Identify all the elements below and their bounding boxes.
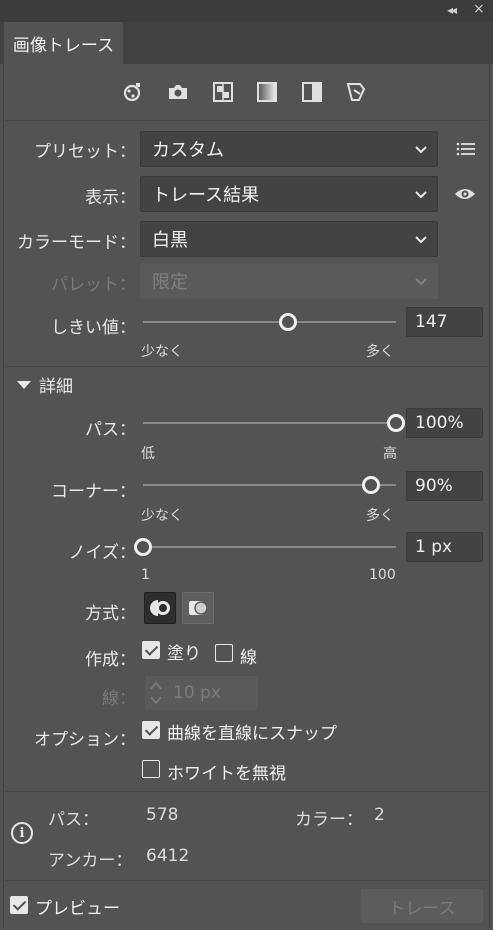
- stats-paths-value: 578: [146, 805, 179, 825]
- slider-track: [143, 321, 396, 323]
- high-color-icon[interactable]: [166, 80, 190, 104]
- palette-label: パレット：: [51, 275, 136, 295]
- collapse-panel-icon[interactable]: ◂◂: [447, 3, 457, 17]
- threshold-min-label: 少なく: [141, 344, 183, 360]
- snap-curves-label: 曲線を直線にスナップ: [167, 724, 337, 744]
- threshold-max-label: 多く: [366, 344, 394, 360]
- mode-select-value: 白黒: [152, 230, 188, 251]
- abutting-method-icon: [150, 600, 170, 616]
- slider-track: [143, 484, 396, 486]
- paths-slider[interactable]: [143, 413, 405, 433]
- method-abutting-button[interactable]: [144, 592, 176, 624]
- method-overlapping-button[interactable]: [182, 592, 214, 624]
- stats-colors-value: 2: [374, 805, 385, 825]
- noise-label: ノイズ：: [68, 543, 137, 563]
- options-label: オプション：: [34, 730, 136, 750]
- palette-select-value: 限定: [152, 272, 188, 293]
- corners-input[interactable]: 90%: [406, 471, 483, 501]
- auto-color-icon[interactable]: [121, 80, 145, 104]
- paths-min-label: 低: [141, 446, 155, 462]
- preview-label: プレビュー: [35, 899, 120, 919]
- panel-titlebar: ◂◂ ×: [0, 0, 493, 22]
- stroke-width-stepper: 10 px: [145, 676, 258, 710]
- corners-slider[interactable]: [143, 475, 396, 495]
- paths-input[interactable]: 100%: [406, 408, 483, 438]
- noise-slider[interactable]: [134, 537, 396, 557]
- stepper-arrows-icon: [150, 681, 162, 705]
- corners-max-label: 多く: [366, 508, 394, 524]
- corners-label: コーナー：: [51, 482, 136, 502]
- threshold-slider[interactable]: [143, 312, 396, 332]
- corners-min-label: 少なく: [141, 508, 183, 524]
- grayscale-icon[interactable]: [255, 80, 279, 104]
- ignore-white-checkbox[interactable]: [142, 760, 160, 778]
- stats-anchors-label: アンカー：: [48, 851, 133, 871]
- info-icon: i: [11, 822, 33, 844]
- outline-icon[interactable]: [344, 80, 368, 104]
- corners-slider-knob[interactable]: [361, 476, 380, 494]
- slider-track: [143, 422, 396, 424]
- preset-icon-row: [0, 80, 493, 106]
- noise-input[interactable]: 1 px: [406, 532, 483, 562]
- noise-min-label: 1: [141, 567, 150, 583]
- preset-select-value: カスタム: [152, 140, 224, 161]
- threshold-input[interactable]: 147: [406, 307, 483, 337]
- paths-max-label: 高: [383, 446, 397, 462]
- tab-strip: 画像トレース: [0, 22, 493, 64]
- view-select-value: トレース結果: [152, 185, 260, 206]
- stats-colors-label: カラー：: [295, 810, 363, 830]
- chevron-down-icon: [415, 278, 427, 286]
- tab-image-trace[interactable]: 画像トレース: [4, 22, 123, 64]
- mode-select[interactable]: 白黒: [140, 221, 438, 257]
- view-select[interactable]: トレース結果: [140, 176, 438, 212]
- low-color-icon[interactable]: [211, 80, 235, 104]
- advanced-section-toggle[interactable]: 詳細: [17, 372, 73, 397]
- slider-track: [143, 546, 396, 548]
- chevron-down-icon: [415, 146, 427, 154]
- mode-label: カラーモード：: [17, 233, 136, 253]
- manage-presets-icon[interactable]: [455, 138, 477, 160]
- stroke-width-label: 線：: [102, 689, 136, 709]
- threshold-label: しきい値：: [51, 318, 136, 338]
- preset-label: プリセット：: [34, 142, 136, 162]
- strokes-checkbox[interactable]: [215, 644, 233, 662]
- overlapping-method-icon: [189, 601, 208, 615]
- strokes-label: 線: [240, 648, 257, 668]
- chevron-down-icon: [415, 191, 427, 199]
- preset-select[interactable]: カスタム: [140, 131, 438, 167]
- stats-anchors-value: 6412: [146, 846, 190, 866]
- preview-checkbox[interactable]: [10, 896, 28, 914]
- black-white-icon[interactable]: [300, 80, 324, 104]
- advanced-title: 詳細: [39, 377, 73, 397]
- method-label: 方式：: [85, 604, 136, 624]
- divider: [6, 791, 487, 792]
- fills-label: 塗り: [167, 644, 201, 664]
- noise-max-label: 100: [369, 567, 396, 583]
- trace-button[interactable]: トレース: [361, 889, 483, 923]
- close-panel-icon[interactable]: ×: [473, 1, 485, 17]
- disclosure-triangle-icon: [17, 380, 31, 389]
- view-label: 表示：: [85, 188, 136, 208]
- create-label: 作成：: [85, 650, 136, 670]
- eye-icon[interactable]: [454, 183, 476, 205]
- fills-checkbox[interactable]: [142, 641, 160, 659]
- divider: [6, 120, 487, 121]
- paths-label: パス：: [85, 420, 136, 440]
- ignore-white-label: ホワイトを無視: [167, 764, 286, 784]
- divider: [6, 366, 487, 367]
- snap-curves-checkbox[interactable]: [142, 721, 160, 739]
- chevron-down-icon: [415, 236, 427, 244]
- palette-select: 限定: [140, 263, 438, 299]
- divider: [6, 880, 487, 881]
- threshold-slider-knob[interactable]: [279, 313, 298, 331]
- stroke-width-value: 10 px: [173, 683, 221, 703]
- noise-slider-knob[interactable]: [134, 538, 152, 556]
- stats-paths-label: パス：: [48, 810, 99, 830]
- paths-slider-knob[interactable]: [387, 414, 405, 432]
